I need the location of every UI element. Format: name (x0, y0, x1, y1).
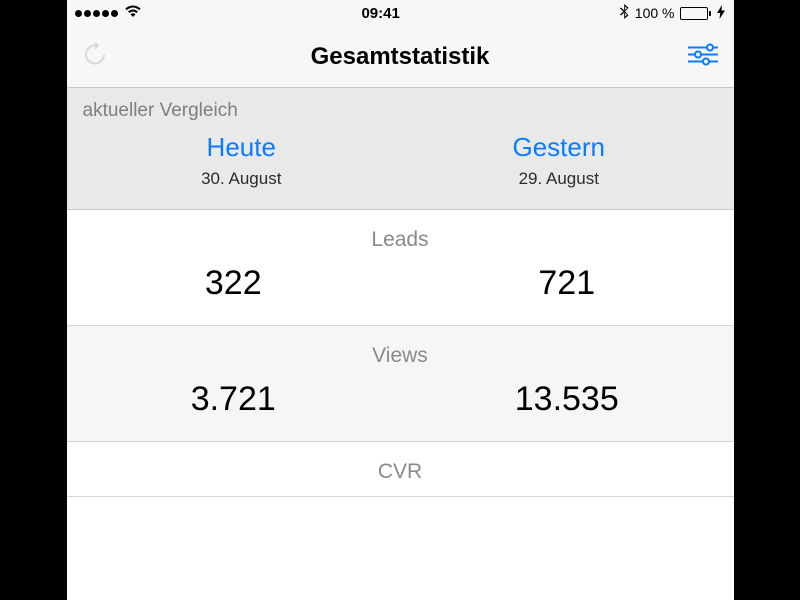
compare-yesterday-date: 29. August (400, 169, 718, 189)
status-left (75, 5, 142, 22)
status-bar: 09:41 100 % (67, 0, 734, 26)
bluetooth-icon (620, 4, 629, 22)
status-time: 09:41 (361, 5, 399, 22)
metric-row-views: Views 3.721 13.535 (67, 326, 734, 442)
settings-button[interactable] (688, 43, 718, 70)
metric-value-right: 721 (400, 264, 734, 303)
metric-value-left: 3.721 (67, 380, 401, 419)
status-right: 100 % (620, 4, 726, 22)
signal-dots-icon (75, 10, 118, 17)
navbar: Gesamtstatistik (67, 26, 734, 88)
compare-col-today[interactable]: Heute 30. August (83, 132, 401, 189)
compare-today-date: 30. August (83, 169, 401, 189)
metric-value-left: 322 (67, 264, 401, 303)
metric-title: Views (67, 344, 734, 368)
compare-today-label: Heute (83, 132, 401, 163)
refresh-button[interactable] (81, 40, 109, 73)
metric-title: CVR (67, 460, 734, 484)
metric-row-cvr: CVR (67, 442, 734, 497)
comparison-header: aktueller Vergleich Heute 30. August Ges… (67, 88, 734, 210)
app-screen: 09:41 100 % (67, 0, 734, 600)
metric-row-leads: Leads 322 721 (67, 210, 734, 326)
wifi-icon (124, 5, 142, 22)
metric-value-right: 13.535 (400, 380, 734, 419)
comparison-caption: aktueller Vergleich (83, 100, 718, 122)
page-title: Gesamtstatistik (311, 43, 490, 71)
charging-icon (717, 5, 725, 22)
battery-percent: 100 % (635, 5, 675, 21)
compare-col-yesterday[interactable]: Gestern 29. August (400, 132, 718, 189)
metric-title: Leads (67, 228, 734, 252)
battery-icon (680, 7, 711, 20)
compare-yesterday-label: Gestern (400, 132, 718, 163)
